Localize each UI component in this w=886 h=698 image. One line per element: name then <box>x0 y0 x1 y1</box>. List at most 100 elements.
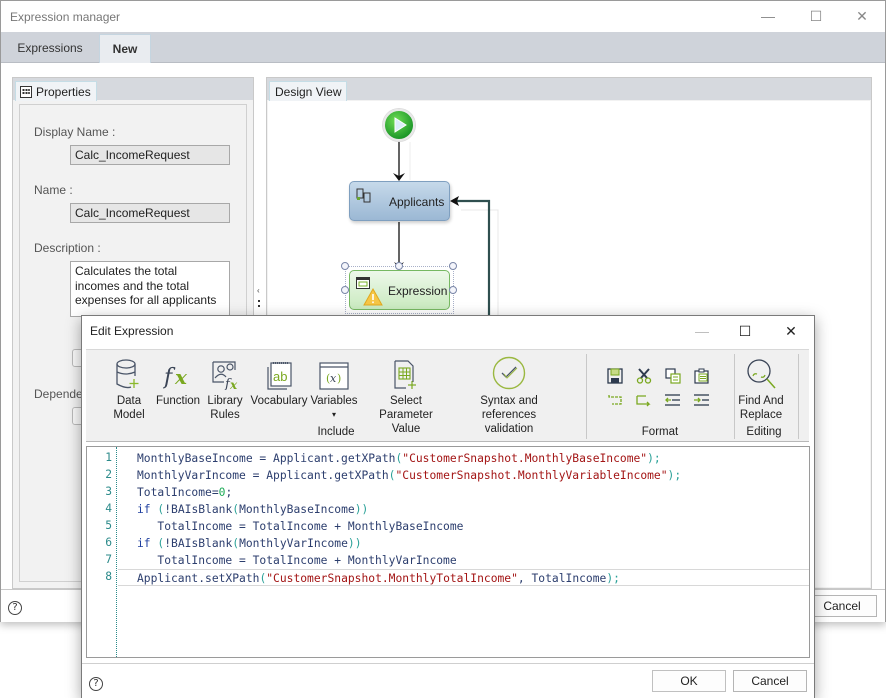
svg-text:ab: ab <box>273 369 287 384</box>
code-token: if <box>137 503 151 516</box>
code-token: , TotalIncome <box>517 572 607 585</box>
line-number: 7 <box>105 553 112 566</box>
line-number: 5 <box>105 519 112 532</box>
resize-handle[interactable] <box>341 262 349 270</box>
applicants-node[interactable]: Applicants <box>349 181 450 221</box>
code-token: Applicant.setXPath <box>137 572 260 585</box>
dialog-bottom-bar: ? OK Cancel <box>82 663 814 698</box>
applicants-label: Applicants <box>389 195 445 209</box>
svg-text:x: x <box>229 378 238 390</box>
loop-icon <box>356 188 371 203</box>
code-token: TotalIncome = TotalIncome + MonthlyVarIn… <box>137 554 457 567</box>
save-icon[interactable] <box>606 368 624 384</box>
dialog-maximize-button[interactable]: ☐ <box>733 321 757 341</box>
outdent-icon[interactable] <box>664 392 682 408</box>
library-rules-label-2: Rules <box>210 409 240 421</box>
code-token: MonthlyBaseIncome <box>239 503 355 516</box>
library-rules-label-1: Library <box>207 395 243 407</box>
expression-label: Expression <box>388 284 448 298</box>
code-token: ); <box>647 452 661 465</box>
code-token: !BAIsBlank <box>164 537 233 550</box>
library-rules-icon: f x <box>212 361 238 390</box>
dialog-help-icon[interactable]: ? <box>89 677 103 691</box>
code-line[interactable]: if (!BAIsBlank(MonthlyVarIncome)) <box>137 535 362 552</box>
connector-loop-back <box>456 199 491 318</box>
include-group-label: Include <box>317 426 355 438</box>
indent-icon[interactable] <box>693 392 711 408</box>
code-token: ; <box>225 486 233 499</box>
code-line[interactable]: TotalIncome = TotalIncome + MonthlyBaseI… <box>137 518 463 535</box>
vocabulary-button[interactable]: ab Vocabulary <box>250 356 308 408</box>
find-replace-label-1: Find And <box>738 395 784 407</box>
find-replace-button[interactable]: Find And Replace <box>736 356 786 422</box>
ribbon-toolbar: Data Model f x Function f x Library Rule… <box>86 349 809 442</box>
code-editor[interactable]: 1 2 3 4 5 6 7 8 MonthlyBaseIncome = Applicant.g… <box>86 446 810 658</box>
play-icon <box>394 117 407 133</box>
function-icon: f x <box>163 365 188 390</box>
resize-handle[interactable] <box>395 262 403 270</box>
line-number: 2 <box>105 468 112 481</box>
copy-icon[interactable] <box>664 368 682 384</box>
data-model-button[interactable]: Data Model <box>108 356 150 422</box>
line-number: 1 <box>105 451 112 464</box>
data-model-label-2: Model <box>113 409 145 421</box>
function-label: Function <box>155 395 201 407</box>
code-line[interactable]: MonthlyBaseIncome = Applicant.getXPath("… <box>137 450 661 467</box>
ok-button[interactable]: OK <box>652 670 726 692</box>
edit-expression-dialog: Edit Expression — ☐ ✕ Data Model f x Fun… <box>81 315 815 698</box>
undo-icon[interactable] <box>606 392 624 408</box>
variables-dropdown-icon[interactable]: ▾ <box>310 408 358 422</box>
select-parameter-value-button[interactable]: Select Parameter Value <box>362 356 450 436</box>
dialog-close-button[interactable]: ✕ <box>779 321 803 341</box>
start-node[interactable] <box>383 109 415 141</box>
code-line[interactable]: MonthlyVarIncome = Applicant.getXPath("C… <box>137 467 681 484</box>
find-replace-label-2: Replace <box>739 409 783 421</box>
variables-button[interactable]: ( x ) Variables ▾ <box>310 356 358 422</box>
svg-text:): ) <box>337 372 341 385</box>
select-parameter-icon <box>394 360 416 389</box>
code-token: )) <box>354 503 369 516</box>
validation-check-icon <box>492 356 526 390</box>
line-number: 4 <box>105 502 112 515</box>
format-group-label: Format <box>641 426 679 438</box>
syntax-validation-label-1: Syntax and references <box>480 395 538 421</box>
svg-text:x: x <box>174 365 188 389</box>
syntax-validation-button[interactable]: Syntax and references validation <box>452 356 566 436</box>
line-number: 8 <box>105 570 112 583</box>
dialog-cancel-button[interactable]: Cancel <box>733 670 807 692</box>
redo-icon[interactable] <box>635 392 653 408</box>
variables-icon: ( x ) <box>319 362 349 390</box>
code-token: ); <box>606 572 620 585</box>
code-token: MonthlyVarIncome <box>239 537 348 550</box>
function-button[interactable]: f x Function <box>154 356 202 408</box>
line-number: 3 <box>105 485 112 498</box>
dialog-minimize-button[interactable]: — <box>690 321 714 341</box>
code-token: MonthlyVarIncome = Applicant.getXPath <box>137 469 389 482</box>
database-add-icon <box>116 359 139 389</box>
code-token: "CustomerSnapshot.MonthlyVariableIncome" <box>395 469 668 482</box>
line-number-gutter: 1 2 3 4 5 6 7 8 <box>87 447 117 657</box>
code-token: )) <box>347 537 362 550</box>
resize-handle[interactable] <box>341 286 349 294</box>
line-number: 6 <box>105 536 112 549</box>
expression-node[interactable]: Expression <box>349 270 450 310</box>
code-token: ); <box>667 469 682 482</box>
variables-label: Variables <box>310 395 358 407</box>
code-token: TotalIncome = TotalIncome + MonthlyBaseI… <box>137 520 464 533</box>
library-rules-button[interactable]: f x Library Rules <box>204 356 246 422</box>
code-line[interactable]: TotalIncome = TotalIncome + MonthlyVarIn… <box>137 552 457 569</box>
code-line[interactable]: TotalIncome=0; <box>137 484 232 501</box>
cut-icon[interactable] <box>635 368 653 384</box>
ribbon-separator <box>798 354 799 439</box>
data-model-label-1: Data <box>116 395 142 407</box>
select-parameter-label-1: Select Parameter <box>379 395 433 421</box>
code-token: if <box>137 537 151 550</box>
warning-icon <box>363 288 383 306</box>
resize-handle[interactable] <box>449 286 457 294</box>
code-token: MonthlyBaseIncome = Applicant.getXPath <box>137 452 396 465</box>
code-line[interactable]: if (!BAIsBlank(MonthlyBaseIncome)) <box>137 501 368 518</box>
paste-icon[interactable] <box>693 368 711 384</box>
resize-handle[interactable] <box>449 262 457 270</box>
code-line[interactable]: Applicant.setXPath("CustomerSnapshot.Mon… <box>118 569 809 586</box>
svg-text:x: x <box>330 372 337 385</box>
